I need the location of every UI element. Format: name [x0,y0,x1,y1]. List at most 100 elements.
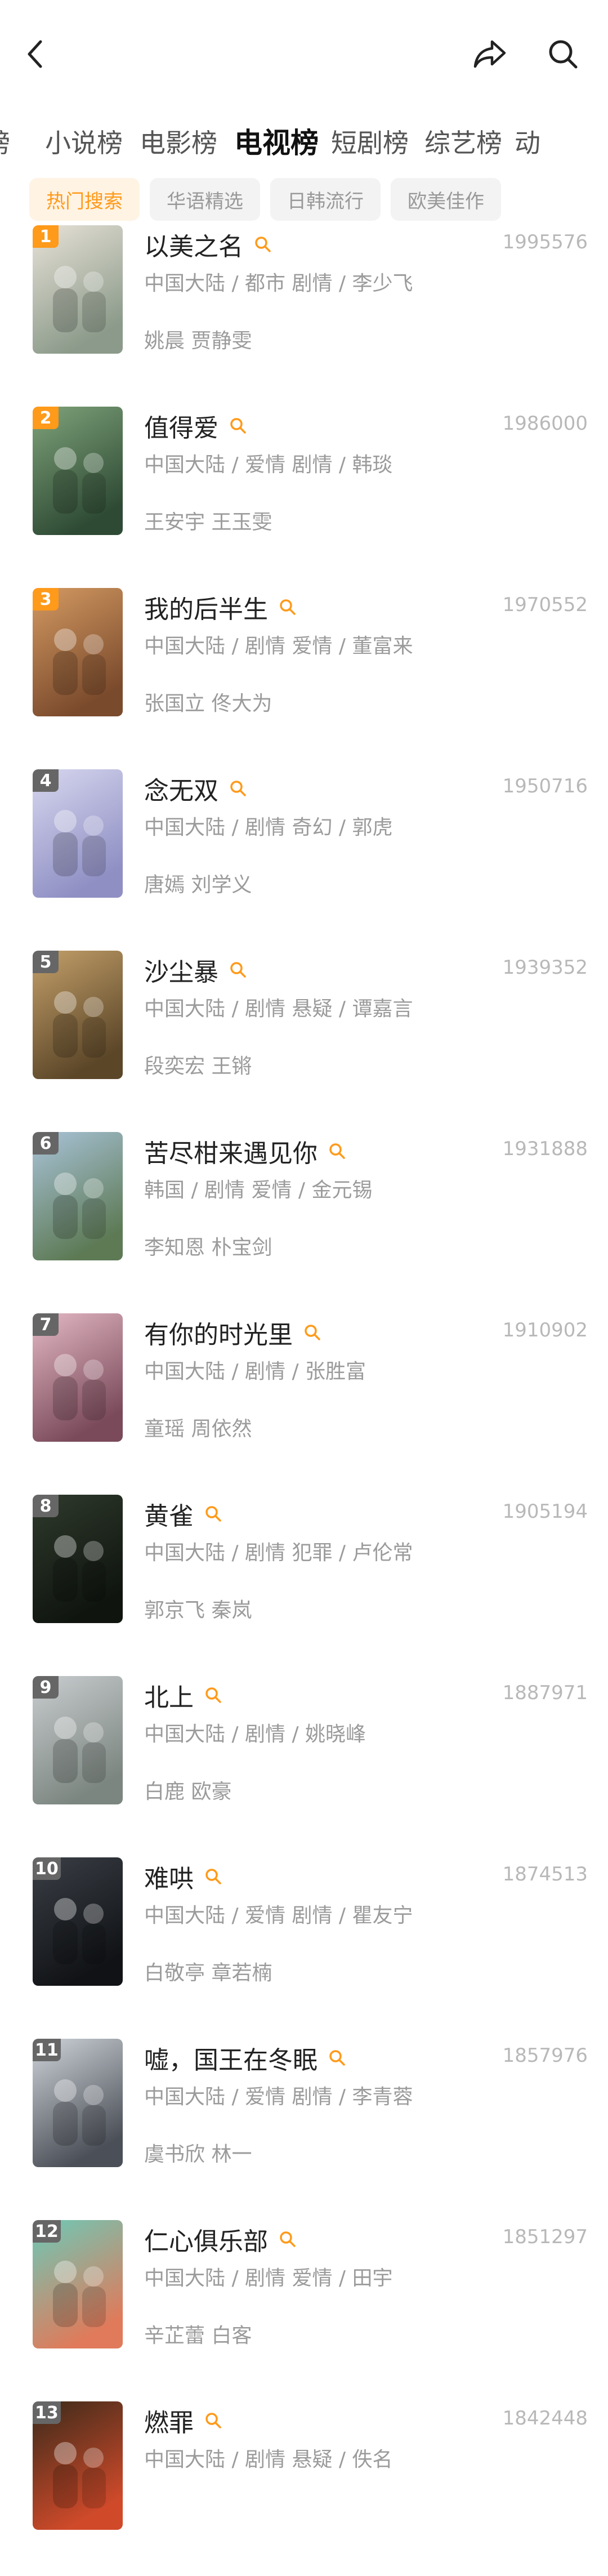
show-title[interactable]: 沙尘暴 [144,952,218,988]
search-button[interactable] [540,32,585,77]
poster-image[interactable]: 12 [33,2220,123,2348]
show-title[interactable]: 黄雀 [144,1496,194,1532]
heat-score: 1887971 [502,1682,588,1704]
tab-partial-left[interactable]: 榜 [0,123,10,160]
tab-tv[interactable]: 电视榜 [234,121,319,161]
title-row: 北上 [144,1678,223,1712]
list-item[interactable]: 2 值得爱 1986000 中国大陆 / 爱情 剧情 / 韩琰 王安宇 王玉雯 [0,400,608,581]
chip-western-picks[interactable]: 欧美佳作 [391,178,501,221]
show-cast: 虞书欣 林一 [144,2143,252,2166]
show-title[interactable]: 难哄 [144,1859,194,1895]
tab-short-drama[interactable]: 短剧榜 [331,123,409,160]
show-title[interactable]: 仁心俱乐部 [144,2221,268,2257]
list-item[interactable]: 12 仁心俱乐部 1851297 中国大陆 / 剧情 爱情 / 田宇 辛芷蕾 白客 [0,2213,608,2395]
show-title[interactable]: 念无双 [144,770,218,806]
search-icon[interactable] [303,1323,322,1342]
back-button[interactable] [14,32,59,77]
search-icon[interactable] [204,1686,223,1705]
title-row: 黄雀 [144,1497,223,1531]
chip-hot-search[interactable]: 热门搜索 [29,178,140,221]
list-item[interactable]: 7 有你的时光里 1910902 中国大陆 / 剧情 / 张胜富 童瑶 周依然 [0,1307,608,1488]
poster-image[interactable]: 1 [33,225,123,354]
poster-image[interactable]: 7 [33,1313,123,1442]
show-meta: 中国大陆 / 剧情 悬疑 / 佚名 [144,2448,393,2471]
chip-chinese-picks[interactable]: 华语精选 [150,178,260,221]
show-meta: 中国大陆 / 爱情 剧情 / 韩琰 [144,453,393,476]
poster-image[interactable]: 3 [33,588,123,716]
list-item[interactable]: 10 难哄 1874513 中国大陆 / 爱情 剧情 / 瞿友宁 白敬亭 章若楠 [0,1851,608,2032]
show-title[interactable]: 我的后半生 [144,589,268,625]
show-cast: 白鹿 欧豪 [144,1780,232,1803]
search-icon[interactable] [229,960,248,979]
search-icon[interactable] [278,2230,297,2249]
search-icon[interactable] [328,2048,347,2067]
search-icon[interactable] [229,416,248,435]
title-row: 燃罪 [144,2404,223,2437]
show-meta: 中国大陆 / 剧情 爱情 / 董富来 [144,635,413,658]
search-icon[interactable] [253,235,272,254]
show-title[interactable]: 北上 [144,1677,194,1713]
title-row: 嘘，国王在冬眠 [144,2041,347,2075]
show-cast: 姚晨 贾静雯 [144,329,252,353]
heat-score: 1905194 [502,1500,588,1523]
show-cast: 郭京飞 秦岚 [144,1599,252,1622]
poster-image[interactable]: 9 [33,1676,123,1804]
rank-badge: 12 [33,2220,61,2243]
list-item[interactable]: 9 北上 1887971 中国大陆 / 剧情 / 姚晓峰 白鹿 欧豪 [0,1669,608,1851]
tab-partial-right[interactable]: 动 [515,123,540,160]
show-cast: 李知恩 朴宝剑 [144,1236,272,1259]
list-item[interactable]: 4 念无双 1950716 中国大陆 / 剧情 奇幻 / 郭虎 唐嫣 刘学义 [0,763,608,944]
show-meta: 中国大陆 / 剧情 奇幻 / 郭虎 [144,816,393,839]
list-item[interactable]: 6 苦尽柑来遇见你 1931888 韩国 / 剧情 爱情 / 金元锡 李知恩 朴宝剑 [0,1125,608,1307]
search-icon[interactable] [204,1504,223,1523]
list-item[interactable]: 3 我的后半生 1970552 中国大陆 / 剧情 爱情 / 董富来 张国立 佟大为 [0,581,608,763]
heat-score: 1851297 [502,2226,588,2248]
show-meta: 中国大陆 / 剧情 / 姚晓峰 [144,1723,366,1746]
tab-movie[interactable]: 电影榜 [140,123,217,160]
list-item[interactable]: 5 沙尘暴 1939352 中国大陆 / 剧情 悬疑 / 谭嘉言 段奕宏 王锵 [0,944,608,1125]
search-icon[interactable] [204,1867,223,1886]
search-icon[interactable] [328,1142,347,1161]
show-cast: 王安宇 王玉雯 [144,511,272,534]
poster-image[interactable]: 10 [33,1857,123,1986]
show-meta: 中国大陆 / 爱情 剧情 / 李青蓉 [144,2085,413,2109]
share-button[interactable] [467,32,512,77]
share-icon [473,40,506,68]
show-meta: 中国大陆 / 爱情 剧情 / 瞿友宁 [144,1904,413,1927]
tab-variety[interactable]: 综艺榜 [424,123,502,160]
list-item[interactable]: 13 燃罪 1842448 中国大陆 / 剧情 悬疑 / 佚名 [0,2395,608,2576]
show-title[interactable]: 以美之名 [144,226,243,262]
chip-jpkr-trending[interactable]: 日韩流行 [270,178,381,221]
poster-image[interactable]: 8 [33,1495,123,1623]
show-meta: 中国大陆 / 剧情 爱情 / 田宇 [144,2267,393,2290]
rank-badge: 6 [33,1132,59,1155]
heat-score: 1970552 [502,594,588,616]
list-item[interactable]: 1 以美之名 1995576 中国大陆 / 都市 剧情 / 李少飞 姚晨 贾静雯 [0,219,608,400]
poster-image[interactable]: 6 [33,1132,123,1260]
poster-image[interactable]: 2 [33,407,123,535]
poster-image[interactable]: 11 [33,2039,123,2167]
list-item[interactable]: 8 黄雀 1905194 中国大陆 / 剧情 犯罪 / 卢伦常 郭京飞 秦岚 [0,1488,608,1669]
search-icon[interactable] [278,598,297,617]
poster-image[interactable]: 13 [33,2401,123,2530]
title-row: 值得爱 [144,409,248,443]
show-meta: 中国大陆 / 剧情 犯罪 / 卢伦常 [144,1541,413,1565]
poster-image[interactable]: 5 [33,951,123,1079]
title-row: 有你的时光里 [144,1316,322,1349]
poster-image[interactable]: 4 [33,769,123,898]
title-row: 以美之名 [144,228,272,261]
search-icon[interactable] [229,779,248,798]
list-item[interactable]: 11 嘘，国王在冬眠 1857976 中国大陆 / 爱情 剧情 / 李青蓉 虞书欣 林一 [0,2032,608,2213]
tab-novel[interactable]: 小说榜 [45,123,123,160]
show-title[interactable]: 有你的时光里 [144,1314,293,1351]
rank-badge: 7 [33,1313,59,1336]
title-row: 苦尽柑来遇见你 [144,1134,347,1168]
show-meta: 中国大陆 / 剧情 / 张胜富 [144,1360,366,1383]
show-title[interactable]: 燃罪 [144,2403,194,2439]
heat-score: 1874513 [502,1863,588,1886]
show-title[interactable]: 嘘，国王在冬眠 [144,2040,318,2076]
rank-badge: 3 [33,588,59,610]
search-icon[interactable] [204,2411,223,2430]
show-title[interactable]: 苦尽柑来遇见你 [144,1133,318,1169]
show-title[interactable]: 值得爱 [144,408,218,444]
